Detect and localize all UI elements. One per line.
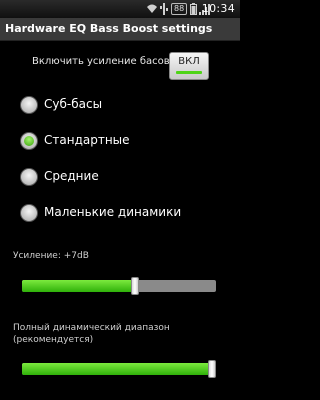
- toggle-on-indicator: [176, 71, 202, 74]
- usb-icon: [160, 3, 168, 15]
- toggle-label: ВКЛ: [178, 56, 200, 67]
- gain-slider[interactable]: [22, 277, 216, 295]
- slider-thumb[interactable]: [131, 277, 139, 295]
- enable-bass-boost-label: Включить усиление басов: [32, 56, 170, 67]
- status-bar: 88 10:34: [0, 0, 240, 18]
- enable-bass-boost-toggle[interactable]: ВКЛ: [169, 52, 209, 80]
- gain-label: Усиление: +7dB: [13, 251, 89, 261]
- radio-button-icon: [20, 204, 38, 222]
- radio-mid[interactable]: Средние: [20, 166, 230, 188]
- battery-icon: [190, 3, 197, 15]
- radio-standard[interactable]: Стандартные: [20, 130, 230, 152]
- title-bar: Hardware EQ Bass Boost settings: [0, 18, 240, 41]
- wifi-icon: [147, 4, 157, 13]
- radio-label: Стандартные: [44, 133, 130, 147]
- dynamic-range-note: (рекомендуется): [13, 335, 94, 345]
- radio-button-icon: [20, 96, 38, 114]
- radio-label: Средние: [44, 169, 99, 183]
- radio-label: Маленькие динамики: [44, 205, 182, 219]
- slider-fill: [22, 280, 135, 292]
- radio-small-speakers[interactable]: Маленькие динамики: [20, 202, 230, 224]
- app-title: Hardware EQ Bass Boost settings: [5, 22, 213, 35]
- radio-label: Суб-басы: [44, 97, 103, 111]
- dynamic-range-label: Полный динамический диапазон: [13, 323, 170, 333]
- radio-button-icon: [20, 168, 38, 186]
- dynamic-range-slider[interactable]: [22, 360, 216, 378]
- slider-fill: [22, 363, 212, 375]
- radio-button-checked-icon: [20, 132, 38, 150]
- radio-sub-bass[interactable]: Суб-басы: [20, 94, 230, 116]
- status-time: 10:34: [201, 2, 235, 15]
- slider-thumb[interactable]: [208, 360, 216, 378]
- battery-percent-badge: 88: [171, 3, 188, 15]
